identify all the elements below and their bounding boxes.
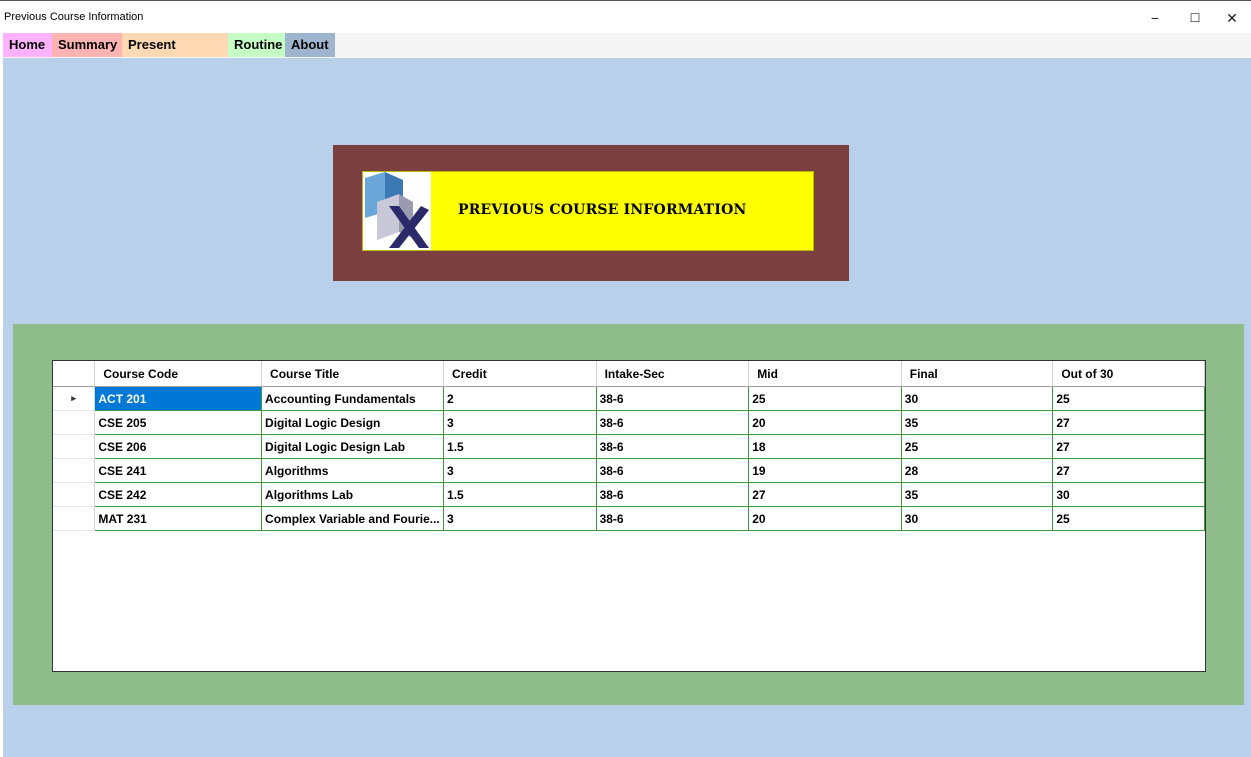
- row-header[interactable]: [53, 410, 96, 435]
- title-bar: Previous Course Information − ☐ ✕: [0, 0, 1251, 33]
- cell-intake-sec[interactable]: 38-6: [595, 434, 750, 459]
- column-header-course-title[interactable]: Course Title: [261, 361, 445, 387]
- cell-credit[interactable]: 3: [443, 410, 597, 435]
- current-row-indicator-icon[interactable]: ▸: [53, 386, 96, 411]
- menu-about[interactable]: About: [285, 33, 335, 57]
- minimize-icon[interactable]: −: [1140, 7, 1170, 29]
- cell-intake-sec[interactable]: 38-6: [595, 506, 750, 531]
- cell-intake-sec[interactable]: 38-6: [595, 458, 750, 483]
- cell-out-of-30[interactable]: 25: [1052, 506, 1205, 531]
- menu-present-course[interactable]: Present Course: [122, 33, 228, 76]
- cell-final[interactable]: 25: [900, 434, 1054, 459]
- course-data-grid[interactable]: Course Code Course Title Credit Intake-S…: [52, 360, 1206, 672]
- cell-course-code[interactable]: CSE 206: [94, 434, 263, 459]
- cell-out-of-30[interactable]: 27: [1052, 458, 1205, 483]
- cell-credit[interactable]: 1.5: [443, 482, 597, 507]
- window-title: Previous Course Information: [4, 11, 144, 23]
- menu-home[interactable]: Home: [3, 33, 52, 57]
- row-header[interactable]: [53, 434, 96, 459]
- cell-course-code[interactable]: MAT 231: [94, 506, 263, 531]
- main-content: PREVIOUS COURSE INFORMATION Course Code …: [3, 58, 1251, 757]
- cell-mid[interactable]: 27: [748, 482, 902, 507]
- row-header[interactable]: [53, 506, 96, 531]
- row-header-corner: [53, 361, 96, 387]
- cell-course-code[interactable]: CSE 241: [94, 458, 263, 483]
- cell-credit[interactable]: 3: [443, 458, 597, 483]
- table-row[interactable]: CSE 206 Digital Logic Design Lab 1.5 38-…: [53, 434, 1205, 459]
- cell-final[interactable]: 30: [900, 506, 1054, 531]
- course-table: Course Code Course Title Credit Intake-S…: [53, 361, 1205, 531]
- cell-mid[interactable]: 19: [748, 458, 902, 483]
- cell-course-code[interactable]: CSE 242: [94, 482, 263, 507]
- cell-mid[interactable]: 25: [748, 386, 902, 411]
- cell-mid[interactable]: 20: [748, 410, 902, 435]
- cell-intake-sec[interactable]: 38-6: [595, 410, 750, 435]
- table-header-row: Course Code Course Title Credit Intake-S…: [53, 361, 1205, 387]
- cell-credit[interactable]: 1.5: [443, 434, 597, 459]
- row-header[interactable]: [53, 458, 96, 483]
- column-header-final[interactable]: Final: [901, 361, 1054, 387]
- cell-course-code[interactable]: ACT 201: [94, 386, 263, 411]
- table-row[interactable]: MAT 231 Complex Variable and Fourie... 3…: [53, 506, 1205, 531]
- table-row[interactable]: CSE 242 Algorithms Lab 1.5 38-6 27 35 30: [53, 482, 1205, 507]
- cell-mid[interactable]: 20: [748, 506, 902, 531]
- column-header-credit[interactable]: Credit: [443, 361, 597, 387]
- cell-out-of-30[interactable]: 30: [1052, 482, 1205, 507]
- table-row[interactable]: CSE 205 Digital Logic Design 3 38-6 20 3…: [53, 410, 1205, 435]
- cell-course-title[interactable]: Digital Logic Design Lab: [261, 434, 445, 459]
- cube-x-logo-icon: [363, 172, 431, 250]
- grid-panel: Course Code Course Title Credit Intake-S…: [13, 324, 1244, 705]
- row-header[interactable]: [53, 482, 96, 507]
- menu-routine[interactable]: Routine: [228, 33, 285, 57]
- menu-summary[interactable]: Summary: [52, 33, 122, 57]
- cell-mid[interactable]: 18: [748, 434, 902, 459]
- cell-course-title[interactable]: Complex Variable and Fourie...: [261, 506, 445, 531]
- cell-credit[interactable]: 2: [443, 386, 597, 411]
- header-banner: PREVIOUS COURSE INFORMATION: [333, 145, 849, 281]
- cell-intake-sec[interactable]: 38-6: [595, 386, 750, 411]
- cell-course-title[interactable]: Algorithms Lab: [261, 482, 445, 507]
- table-row[interactable]: ▸ ACT 201 Accounting Fundamentals 2 38-6…: [53, 386, 1205, 411]
- close-icon[interactable]: ✕: [1217, 7, 1247, 29]
- banner-title-box: PREVIOUS COURSE INFORMATION: [362, 171, 814, 251]
- cell-final[interactable]: 35: [900, 482, 1054, 507]
- cell-course-code[interactable]: CSE 205: [94, 410, 263, 435]
- cell-course-title[interactable]: Algorithms: [261, 458, 445, 483]
- menu-bar: Home Summary Present Course Routine Abou…: [3, 33, 1251, 76]
- cell-intake-sec[interactable]: 38-6: [595, 482, 750, 507]
- cell-out-of-30[interactable]: 25: [1052, 386, 1205, 411]
- table-row[interactable]: CSE 241 Algorithms 3 38-6 19 28 27: [53, 458, 1205, 483]
- cell-final[interactable]: 28: [900, 458, 1054, 483]
- maximize-icon[interactable]: ☐: [1180, 7, 1210, 29]
- cell-final[interactable]: 35: [900, 410, 1054, 435]
- cell-out-of-30[interactable]: 27: [1052, 434, 1205, 459]
- cell-course-title[interactable]: Digital Logic Design: [261, 410, 445, 435]
- column-header-out-of-30[interactable]: Out of 30: [1052, 361, 1205, 387]
- column-header-course-code[interactable]: Course Code: [94, 361, 263, 387]
- page-title: PREVIOUS COURSE INFORMATION: [458, 202, 747, 218]
- column-header-intake-sec[interactable]: Intake-Sec: [596, 361, 750, 387]
- cell-out-of-30[interactable]: 27: [1052, 410, 1205, 435]
- column-header-mid[interactable]: Mid: [748, 361, 902, 387]
- cell-credit[interactable]: 3: [443, 506, 597, 531]
- cell-course-title[interactable]: Accounting Fundamentals: [261, 386, 445, 411]
- cell-final[interactable]: 30: [900, 386, 1054, 411]
